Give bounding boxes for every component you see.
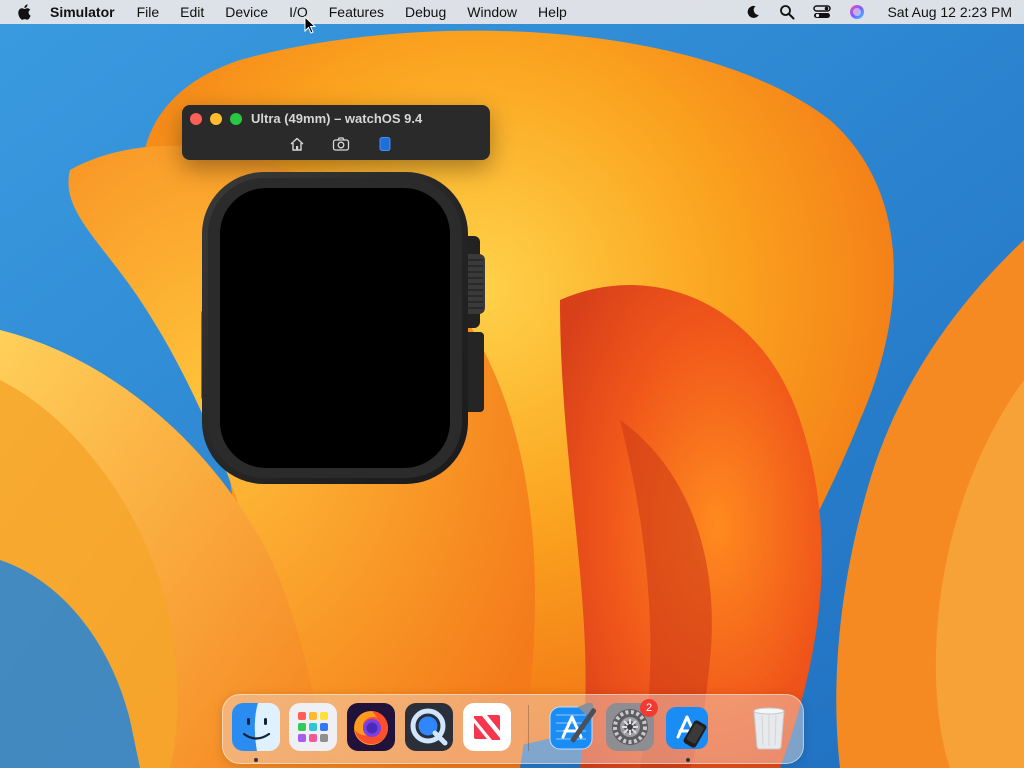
search-icon[interactable] xyxy=(779,4,795,20)
zoom-window-button[interactable] xyxy=(230,113,242,125)
news-icon[interactable] xyxy=(463,703,511,751)
watch-device-frame xyxy=(201,172,485,484)
xcode-icon[interactable] xyxy=(548,701,597,751)
simulator-title: Ultra (49mm) – watchOS 9.4 xyxy=(251,111,423,126)
running-indicator xyxy=(254,758,258,762)
siri-icon[interactable] xyxy=(849,4,865,20)
control-center-icon[interactable] xyxy=(813,4,832,20)
status-area: Sat Aug 12 2:23 PM xyxy=(745,4,1012,20)
menu-features[interactable]: Features xyxy=(329,4,384,20)
notification-badge: 2 xyxy=(640,699,658,717)
launchpad-icon[interactable] xyxy=(289,703,337,751)
close-window-button[interactable] xyxy=(190,113,202,125)
moon-icon[interactable] xyxy=(745,4,761,20)
desktop-wallpaper xyxy=(0,0,1024,768)
menu-app-name[interactable]: Simulator xyxy=(50,4,115,20)
minimize-window-button[interactable] xyxy=(210,113,222,125)
home-icon xyxy=(290,137,304,151)
dock: 2 xyxy=(222,694,804,764)
menu-window[interactable]: Window xyxy=(467,4,517,20)
mouse-cursor-icon xyxy=(304,16,316,34)
quicktime-icon[interactable] xyxy=(405,703,453,751)
menu-device[interactable]: Device xyxy=(225,4,268,20)
system-settings-icon[interactable]: 2 xyxy=(606,699,658,751)
firefox-icon[interactable] xyxy=(347,703,395,751)
simulator-toolbar xyxy=(287,135,395,153)
simulator-icon[interactable] xyxy=(664,703,712,751)
apple-logo-icon[interactable] xyxy=(16,3,34,21)
menu-debug[interactable]: Debug xyxy=(405,4,446,20)
menu-help[interactable]: Help xyxy=(538,4,567,20)
screenshot-button[interactable] xyxy=(331,135,351,153)
menu-bar: Simulator File Edit Device I/O Features … xyxy=(0,0,1024,24)
home-button[interactable] xyxy=(287,135,307,153)
menu-edit[interactable]: Edit xyxy=(180,4,204,20)
menu-clock[interactable]: Sat Aug 12 2:23 PM xyxy=(887,4,1012,20)
screenshot-icon xyxy=(332,137,350,151)
window-controls xyxy=(190,113,242,125)
finder-icon[interactable] xyxy=(232,703,280,751)
simulator-window: Ultra (49mm) – watchOS 9.4 xyxy=(182,105,490,160)
running-indicator xyxy=(686,758,690,762)
rotate-device-button[interactable] xyxy=(375,135,395,153)
menu-file[interactable]: File xyxy=(137,4,160,20)
trash-icon[interactable] xyxy=(745,703,793,751)
rotate-device-icon xyxy=(379,137,391,151)
dock-separator xyxy=(528,705,529,751)
